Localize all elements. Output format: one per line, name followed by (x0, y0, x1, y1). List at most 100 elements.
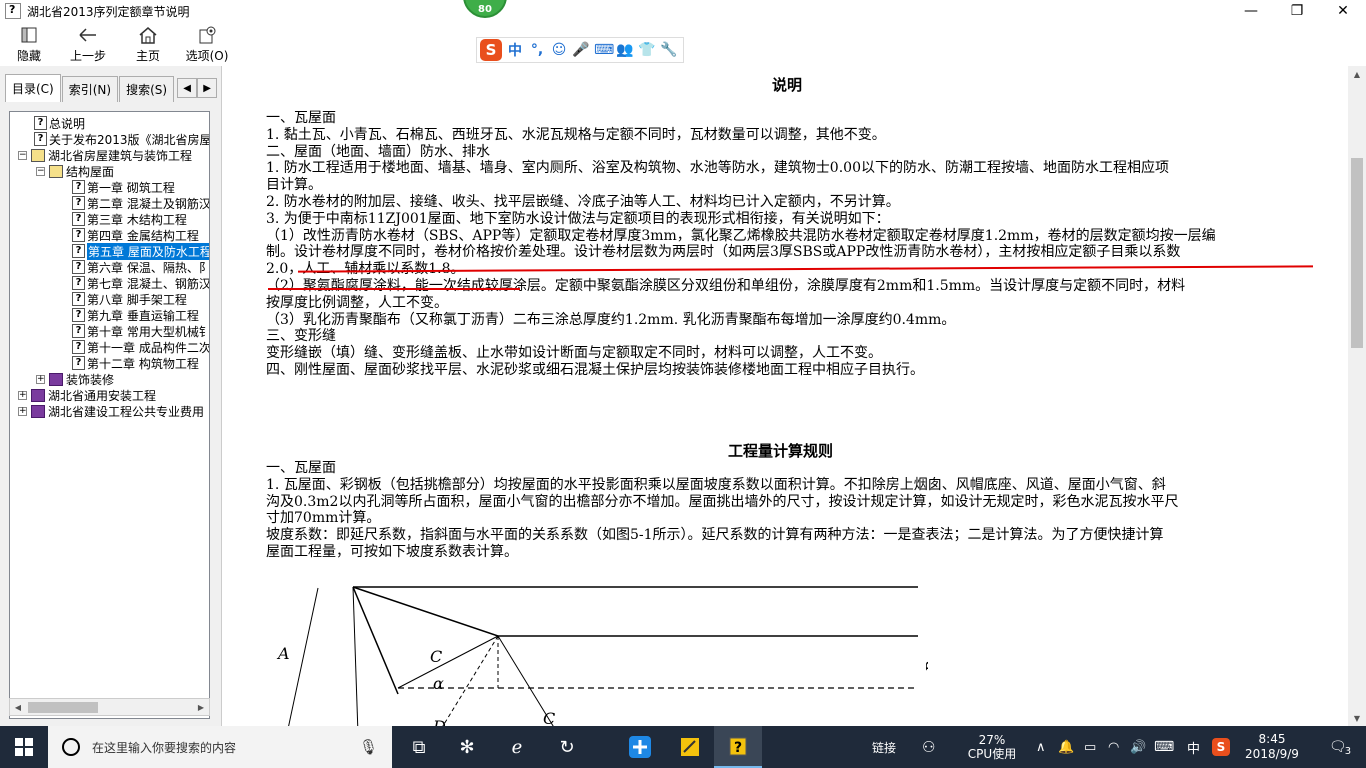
tab-index[interactable]: 索引(N) (61, 76, 119, 102)
taskbar-search-box[interactable]: 在这里输入你要搜索的内容 🎙 (48, 726, 392, 768)
punctuation-icon[interactable]: °, (528, 42, 546, 58)
chinese-mode-button[interactable]: 中 (506, 40, 524, 60)
fan-app-icon[interactable]: ✻ (443, 726, 491, 768)
svg-text:?: ? (734, 740, 742, 756)
tree-item-label: 第九章 垂直运输工程 (87, 308, 199, 323)
mic-icon[interactable]: 🎙 (359, 738, 378, 756)
home-button[interactable]: 主页 (118, 22, 178, 66)
home-icon (137, 25, 159, 45)
book-icon (31, 388, 45, 402)
red-underline-2 (268, 288, 520, 290)
tree-item[interactable]: ? 第三章 木结构工程 (72, 211, 187, 227)
hide-button[interactable]: 隐藏 (0, 22, 58, 66)
collapse-icon[interactable]: − (36, 166, 45, 176)
tree-item[interactable]: ? 第八章 脚手架工程 (72, 291, 187, 307)
tab-scroll-right-icon[interactable]: ▶ (197, 78, 218, 98)
page-title: 说明 (772, 76, 803, 94)
scroll-up-icon[interactable]: ▲ (1348, 66, 1366, 82)
expand-icon[interactable]: + (36, 374, 45, 384)
input-language-indicator[interactable]: 中 (1187, 726, 1200, 768)
tree-item[interactable]: + 装饰装修 (36, 371, 114, 387)
links-toolbar[interactable]: 链接 (872, 726, 896, 768)
action-center-button[interactable]: 🗨 3 (1322, 726, 1358, 768)
help-topic-icon: ? (34, 116, 47, 130)
help-topic-icon: ? (72, 212, 85, 226)
scroll-right-icon[interactable]: ▶ (193, 699, 209, 715)
settings-wrench-icon[interactable]: 🔧 (660, 42, 678, 58)
wifi-icon[interactable]: ◠ (1108, 726, 1119, 768)
clock-time: 8:45 (1258, 732, 1286, 746)
show-hidden-icons-icon[interactable]: ∧ (1036, 726, 1046, 768)
scroll-thumb[interactable] (28, 702, 98, 713)
tree-item[interactable]: + 湖北省通用安装工程 (18, 387, 156, 403)
keyboard-icon[interactable]: ⌨ (594, 42, 614, 58)
content-pane: 说明 一、瓦屋面 1. 黏土瓦、小青瓦、石棉瓦、西班牙瓦、水泥瓦规格与定额不同时，… (228, 66, 1348, 726)
help-topic-icon: ? (72, 276, 85, 290)
tree-item[interactable]: ? 第五章 屋面及防水工程 (72, 242, 209, 260)
content-line: 二、屋面（地面、墙面）防水、排水 (266, 143, 490, 160)
people-icon[interactable]: ⚇ (922, 726, 935, 768)
notification-count: 3 (1344, 745, 1352, 757)
tree-item-label: 第十章 常用大型机械钅 (87, 324, 210, 339)
content-vertical-scrollbar[interactable]: ▲ ▼ (1348, 66, 1366, 726)
tree-horizontal-scrollbar[interactable]: ◀ ▶ (9, 698, 210, 716)
help-app-taskbar-icon[interactable]: ? (714, 726, 762, 768)
restore-button[interactable]: ❐ (1274, 0, 1320, 22)
minimize-button[interactable]: — (1228, 0, 1274, 22)
help-app-icon (5, 3, 21, 19)
tab-search[interactable]: 搜索(S) (119, 76, 175, 102)
content-line: 寸加70mm计算。 (266, 510, 381, 527)
emoji-icon[interactable]: ☺ (550, 42, 568, 58)
ime-toolbar: S 中 °, ☺ 🎤 ⌨ 👥 👕 🔧 (476, 37, 684, 63)
cpu-usage-widget[interactable]: 27% CPU使用 (962, 726, 1022, 768)
users-icon[interactable]: 👥 (616, 42, 634, 58)
volume-icon[interactable]: 🔊 (1130, 726, 1146, 768)
back-label: 上一步 (69, 49, 106, 63)
scroll-down-icon[interactable]: ▼ (1348, 710, 1366, 726)
content-scroll-thumb[interactable] (1351, 158, 1363, 348)
expand-icon[interactable]: + (18, 390, 27, 400)
app-blue-plus-icon[interactable] (616, 726, 664, 768)
start-button[interactable] (0, 726, 48, 768)
sogou-logo-icon[interactable]: S (480, 39, 502, 61)
edge-browser-icon[interactable]: ℯ (493, 726, 541, 768)
tree-item[interactable]: − 湖北省房屋建筑与装饰工程 (18, 147, 192, 163)
expand-icon[interactable]: + (18, 406, 27, 416)
tree-item[interactable]: − 结构屋面 (36, 163, 114, 179)
skin-icon[interactable]: 👕 (638, 42, 656, 58)
task-view-icon[interactable]: ⧉ (395, 726, 443, 768)
scroll-left-icon[interactable]: ◀ (10, 699, 26, 715)
sogou-tray-icon[interactable]: S (1212, 726, 1230, 768)
tree-item[interactable]: ? 第七章 混凝土、钢筋汉 (72, 275, 209, 291)
tree-item[interactable]: + 湖北省建设工程公共专业费用 (18, 403, 204, 419)
tree-item[interactable]: ? 第四章 金属结构工程 (72, 227, 199, 243)
content-line: 屋面工程量，可按如下坡度系数表计算。 (266, 543, 518, 560)
tree-item[interactable]: ? 总说明 (34, 115, 85, 131)
tree-item[interactable]: ? 第二章 混凝土及钢筋汉 (72, 195, 209, 211)
collapse-icon[interactable]: − (18, 150, 27, 160)
app-swirl-icon[interactable]: ↻ (543, 726, 591, 768)
back-button[interactable]: 上一步 (58, 22, 118, 66)
options-button[interactable]: 选项(O) (178, 22, 236, 66)
tree-item[interactable]: ? 第九章 垂直运输工程 (72, 307, 199, 323)
tree-item[interactable]: ? 第十二章 构筑物工程 (72, 355, 199, 371)
battery-icon[interactable]: ▭ (1084, 726, 1096, 768)
tree-item[interactable]: ? 第六章 保温、隔热、阝 (72, 259, 209, 275)
tree-item[interactable]: ? 关于发布2013版《湖北省房屋 (34, 131, 209, 147)
touch-keyboard-icon[interactable]: ⌨ (1154, 726, 1174, 768)
microphone-icon[interactable]: 🎤 (572, 42, 590, 58)
tab-scroll-left-icon[interactable]: ◀ (177, 78, 198, 98)
performance-badge[interactable]: 80 (463, 0, 507, 18)
notification-bell-icon[interactable]: 🔔 (1058, 726, 1074, 768)
book-icon (31, 148, 45, 162)
tree-item[interactable]: ? 第十一章 成品构件二次 (72, 339, 209, 355)
clock[interactable]: 8:45 2018/9/9 (1244, 726, 1300, 768)
tree-item-label: 结构屋面 (66, 164, 115, 179)
tab-contents[interactable]: 目录(C) (5, 74, 61, 102)
notebook-app-icon[interactable] (666, 726, 714, 768)
tree-item[interactable]: ? 第十章 常用大型机械钅 (72, 323, 210, 339)
tree-item-label: 第五章 屋面及防水工程 (87, 242, 209, 260)
tree-item[interactable]: ? 第一章 砌筑工程 (72, 179, 175, 195)
close-button[interactable]: ✕ (1320, 0, 1366, 22)
help-topic-icon: ? (72, 292, 85, 306)
